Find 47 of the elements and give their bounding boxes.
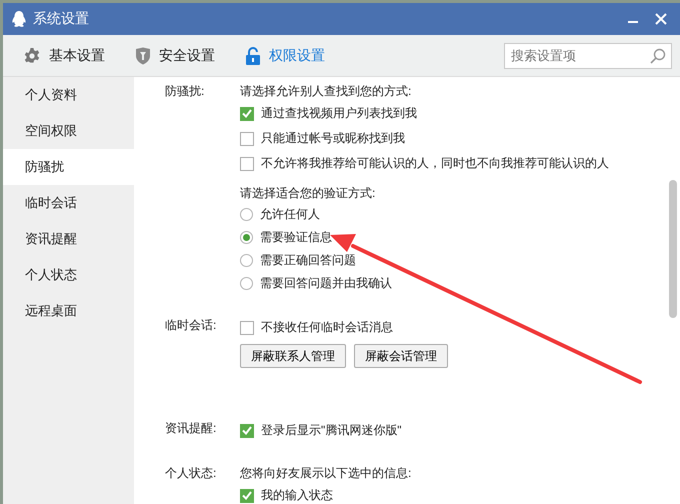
sidebar-item[interactable]: 个人状态: [3, 257, 134, 293]
sidebar-item[interactable]: 资讯提醒: [3, 221, 134, 257]
checkbox[interactable]: [240, 488, 254, 502]
checkbox-label: 通过查找视频用户列表找到我: [261, 105, 417, 122]
radio-button[interactable]: [240, 231, 253, 244]
lock-icon: [245, 46, 261, 64]
manage-button[interactable]: 屏蔽联系人管理: [240, 344, 346, 368]
section-hint: 请选择适合您的验证方式:: [240, 185, 376, 202]
sidebar-item[interactable]: 临时会话: [3, 185, 134, 221]
sidebar-item[interactable]: 个人资料: [3, 77, 134, 113]
checkbox[interactable]: [240, 132, 254, 146]
manage-button[interactable]: 屏蔽会话管理: [354, 344, 448, 368]
radio-label: 需要正确回答问题: [260, 252, 356, 269]
radio-label: 需要验证信息: [260, 229, 332, 246]
radio-button[interactable]: [240, 254, 253, 267]
checkbox-label: 只能通过帐号或昵称找到我: [261, 130, 405, 147]
search-icon: [650, 48, 666, 64]
section-label: 防骚扰:: [165, 83, 206, 100]
scrollbar-thumb[interactable]: [669, 180, 677, 318]
settings-tab[interactable]: 安全设置: [135, 46, 215, 64]
checkbox-label: 我的输入状态: [261, 487, 333, 504]
search-field[interactable]: 搜索设置项: [504, 42, 672, 68]
gear-icon: [23, 46, 41, 64]
sidebar-item[interactable]: 远程桌面: [3, 293, 134, 329]
sidebar-item[interactable]: 防骚扰: [3, 149, 134, 185]
checkbox[interactable]: [240, 156, 254, 170]
section-label: 个人状态:: [165, 465, 218, 482]
penguin-icon: [11, 10, 27, 28]
window-title: 系统设置: [33, 10, 90, 28]
radio-button[interactable]: [240, 208, 253, 221]
checkbox[interactable]: [240, 424, 254, 438]
settings-tab[interactable]: 基本设置: [23, 46, 105, 64]
section-label: 临时会话:: [165, 317, 218, 334]
shield-icon: [135, 46, 151, 64]
checkbox-label: 不允许将我推荐给可能认识的人，同时也不向我推荐可能认识的人: [261, 155, 609, 172]
checkbox[interactable]: [240, 106, 254, 120]
checkbox[interactable]: [240, 320, 254, 334]
sidebar-item[interactable]: 空间权限: [3, 113, 134, 149]
radio-button[interactable]: [240, 277, 253, 290]
section-hint: 您将向好友展示以下选中的信息:: [240, 465, 412, 482]
checkbox-label: 不接收任何临时会话消息: [261, 319, 393, 336]
section-label: 资讯提醒:: [165, 420, 218, 437]
radio-label: 需要回答问题并由我确认: [260, 275, 392, 292]
settings-tab[interactable]: 权限设置: [245, 46, 325, 64]
radio-label: 允许任何人: [260, 206, 320, 223]
checkbox-label: 登录后显示"腾讯网迷你版": [261, 422, 402, 439]
section-hint: 请选择允许别人查找到您的方式:: [240, 83, 412, 100]
